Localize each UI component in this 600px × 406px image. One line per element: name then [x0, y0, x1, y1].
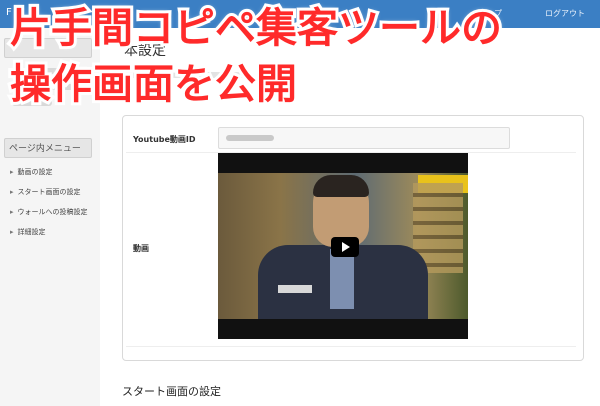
video-label: 動画	[133, 244, 149, 253]
youtube-id-label: Youtube動画ID	[133, 135, 196, 144]
page-menu-title: ページ内メニュー	[4, 138, 92, 158]
video-frame	[278, 285, 312, 293]
sidebar-item-video[interactable]: 動画の設定	[10, 167, 53, 177]
video-player[interactable]	[218, 153, 468, 339]
sidebar-item-start-screen[interactable]: スタート画面の設定	[10, 187, 81, 197]
row-divider	[126, 346, 576, 347]
play-icon[interactable]	[331, 237, 359, 257]
video-frame	[313, 175, 369, 197]
nav-item-logout[interactable]: ログアウト	[545, 8, 585, 19]
sidebar-item-wall-post[interactable]: ウォールへの投稿設定	[10, 207, 88, 217]
start-screen-heading: スタート画面の設定	[122, 385, 221, 398]
caption-line-1: 片手間コピペ集客ツールの	[7, 4, 505, 52]
sidebar-item-details[interactable]: 詳細設定	[10, 227, 46, 237]
video-frame	[330, 249, 354, 309]
caption-line-2: 操作画面を公開	[7, 60, 300, 108]
blurred-text	[226, 135, 274, 141]
